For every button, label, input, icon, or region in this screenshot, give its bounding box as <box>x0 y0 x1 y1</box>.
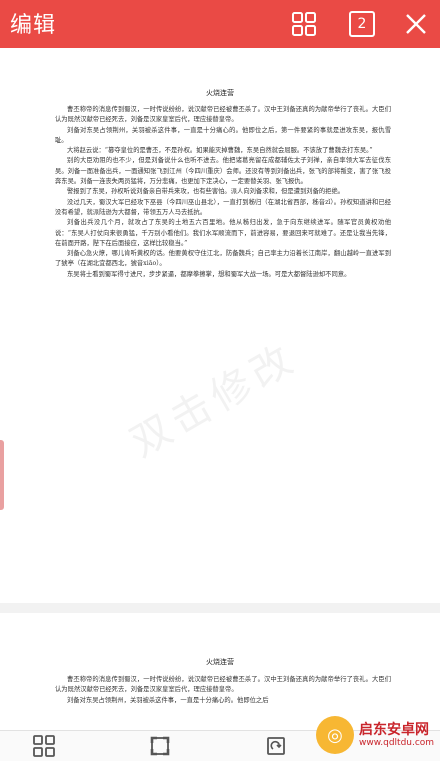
site-url: www.qdltdu.com <box>359 737 435 748</box>
paragraph: 曹丕称帝的消息传到蜀汉，一时传说纷纷，说汉献帝已经被曹丕杀了。汉中王刘备还真的为… <box>55 676 391 694</box>
site-text: 启东安卓网 www.qdltdu.com <box>359 721 435 748</box>
thumbnails-button[interactable] <box>30 734 58 758</box>
page-count-button[interactable]: 2 <box>338 0 386 48</box>
paragraph: 刘备对东吴占领荆州，关羽被杀这件事，一直是十分痛心的。他即位之后 <box>67 696 269 704</box>
document-viewer[interactable]: 火烧连营 曹丕称帝的消息传到蜀汉，一时传说纷纷，说汉献帝已经被曹丕杀了。汉中王刘… <box>0 48 440 730</box>
watermark-text: 双击修改 <box>122 334 306 467</box>
close-icon <box>406 14 426 34</box>
grid-view-button[interactable] <box>280 0 328 48</box>
paragraph: 刘备出兵没几个月，就攻占了东吴的土地五六百里地。他从秭归出发，急于向东继续进军。… <box>55 219 391 247</box>
document-body: 曹丕称帝的消息传到蜀汉，一时传说纷纷，说汉献帝已经被曹丕杀了。汉中王刘备还真的为… <box>55 105 391 280</box>
site-watermark: ◎ 启东安卓网 www.qdltdu.com <box>316 716 434 754</box>
thumbnails-icon <box>33 735 55 757</box>
top-bar: 编辑 2 <box>0 0 440 48</box>
document-page-2[interactable]: 火烧连营 曹丕称帝的消息传到蜀汉，一时传说纷纷，说汉献帝已经被曹丕杀了。汉中王刘… <box>0 613 440 730</box>
rotate-icon <box>267 737 285 755</box>
page-count-badge: 2 <box>349 11 375 37</box>
side-drag-handle[interactable] <box>0 440 4 510</box>
site-name: 启东安卓网 <box>359 721 429 738</box>
paragraph: 曹丕称帝的消息传到蜀汉，一时传说纷纷，说汉献帝已经被曹丕杀了。汉中王刘备还真的为… <box>55 106 391 124</box>
paragraph: 刘备心急火燎，哪儿肯听黄权的话。他要黄权守住江北，防备魏兵；自己率主力沿着长江南… <box>55 250 391 268</box>
document-title-page-2: 火烧连营 <box>206 658 234 666</box>
edit-title[interactable]: 编辑 <box>10 7 56 39</box>
document-body-page-2: 曹丕称帝的消息传到蜀汉，一时传说纷纷，说汉献帝已经被曹丕杀了。汉中王刘备还真的为… <box>55 675 391 706</box>
rotate-button[interactable] <box>262 734 290 758</box>
crop-icon <box>150 736 170 756</box>
paragraph: 大将赵云说：“篡夺皇位的是曹丕，不是孙权。如果能灭掉曹魏，东吴自然就会屈服。不该… <box>67 147 373 155</box>
paragraph: 别的大臣劝阻的也不少，但是刘备说什么也听不进去。他把诸葛亮留在成都辅佐太子刘禅，… <box>55 157 391 186</box>
paragraph: 警报到了东吴，孙权听说刘备亲自带兵来攻，也有些害怕。派人向刘备求和，但是遭到刘备… <box>67 188 345 196</box>
site-logo-icon: ◎ <box>316 716 354 754</box>
crop-button[interactable] <box>146 734 174 758</box>
grid-icon <box>292 12 316 36</box>
paragraph: 东吴将士看到蜀军得寸进尺，步步紧逼，都摩拳擦掌，想和蜀军大战一场。可是大都督陆逊… <box>67 270 351 278</box>
paragraph: 没过几天，蜀汉大军已经攻下巫县（今四川巫山县北），一直打到秭归（在湖北省西部，秭… <box>55 198 391 216</box>
close-button[interactable] <box>392 0 440 48</box>
document-page-1[interactable]: 火烧连营 曹丕称帝的消息传到蜀汉，一时传说纷纷，说汉献帝已经被曹丕杀了。汉中王刘… <box>0 48 440 603</box>
paragraph: 刘备对东吴占领荆州，关羽被杀这件事，一直是十分痛心的。他即位之后，第一件要紧的事… <box>55 126 391 144</box>
document-title: 火烧连营 <box>206 89 234 97</box>
